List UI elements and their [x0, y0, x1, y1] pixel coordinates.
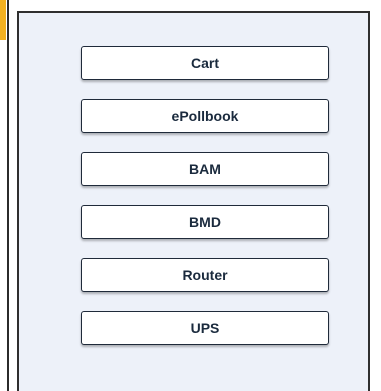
left-divider: [7, 0, 9, 391]
device-panel: Cart ePollbook BAM BMD Router UPS: [17, 11, 370, 391]
bam-button[interactable]: BAM: [81, 152, 329, 186]
cart-button[interactable]: Cart: [81, 46, 329, 80]
ups-button[interactable]: UPS: [81, 311, 329, 345]
router-button[interactable]: Router: [81, 258, 329, 292]
left-accent-bar: [0, 0, 6, 40]
epollbook-button[interactable]: ePollbook: [81, 99, 329, 133]
device-button-list: Cart ePollbook BAM BMD Router UPS: [81, 46, 329, 345]
bmd-button[interactable]: BMD: [81, 205, 329, 239]
